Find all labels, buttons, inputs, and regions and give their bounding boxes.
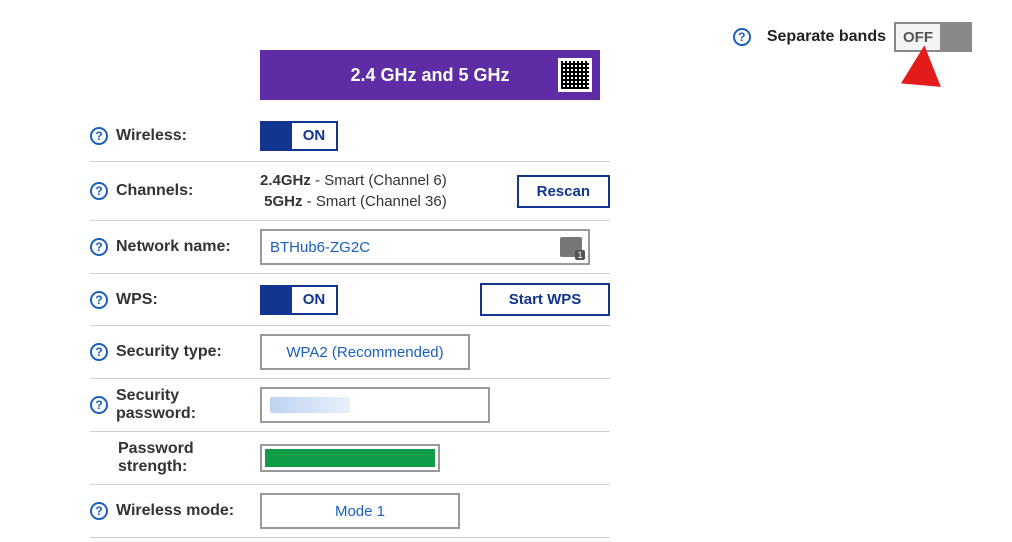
password-strength-fill: [265, 449, 435, 467]
password-mask: [270, 397, 350, 413]
row-wps: ? WPS: ON Start WPS: [90, 274, 610, 326]
network-name-input[interactable]: BTHub6-ZG2C: [260, 229, 590, 265]
row-network-name: ? Network name: BTHub6-ZG2C: [90, 221, 610, 274]
security-type-label: Security type:: [116, 343, 222, 361]
security-type-value: WPA2 (Recommended): [286, 344, 443, 361]
row-security-type: ? Security type: WPA2 (Recommended): [90, 326, 610, 379]
rescan-button[interactable]: Rescan: [517, 175, 610, 208]
help-icon[interactable]: ?: [90, 343, 108, 361]
security-type-select[interactable]: WPA2 (Recommended): [260, 334, 470, 370]
separate-bands-label: Separate bands: [767, 28, 886, 46]
channels-info: 2.4GHz - Smart (Channel 6) 5GHz - Smart …: [260, 170, 447, 212]
toggle-state-label: ON: [292, 127, 336, 144]
band-header: 2.4 GHz and 5 GHz: [260, 50, 600, 100]
wireless-mode-label: Wireless mode:: [116, 502, 234, 520]
toggle-knob: [940, 24, 970, 50]
channels-label: Channels:: [116, 182, 193, 200]
help-icon[interactable]: ?: [90, 502, 108, 520]
wps-label: WPS:: [116, 291, 158, 309]
toggle-state-label: ON: [292, 291, 336, 308]
band-header-label: 2.4 GHz and 5 GHz: [350, 65, 509, 86]
password-strength-label: Password strength:: [118, 440, 260, 476]
toggle-knob: [262, 287, 292, 313]
help-icon[interactable]: ?: [90, 396, 108, 414]
wireless-toggle[interactable]: ON: [260, 121, 338, 151]
toggle-knob: [262, 123, 292, 149]
help-icon[interactable]: ?: [90, 291, 108, 309]
qr-code-icon[interactable]: [558, 58, 592, 92]
password-strength-meter: [260, 444, 440, 472]
wireless-label: Wireless:: [116, 127, 187, 145]
toggle-state-label: OFF: [896, 29, 940, 46]
row-password-strength: Password strength:: [90, 432, 610, 485]
row-channels: ? Channels: 2.4GHz - Smart (Channel 6) 5…: [90, 162, 610, 221]
help-icon[interactable]: ?: [90, 182, 108, 200]
security-password-label: Security password:: [116, 387, 260, 423]
help-icon[interactable]: ?: [90, 238, 108, 256]
network-name-label: Network name:: [116, 238, 231, 256]
separate-bands-control: ? Separate bands OFF: [733, 22, 972, 52]
keyboard-icon[interactable]: [560, 237, 582, 257]
wps-toggle[interactable]: ON: [260, 285, 338, 315]
annotation-arrow: [887, 45, 947, 215]
start-wps-button[interactable]: Start WPS: [480, 283, 610, 316]
help-icon[interactable]: ?: [733, 28, 751, 46]
wireless-mode-value: Mode 1: [335, 503, 385, 520]
row-wireless-mode: ? Wireless mode: Mode 1: [90, 485, 610, 538]
help-icon[interactable]: ?: [90, 127, 108, 145]
network-name-value: BTHub6-ZG2C: [270, 239, 370, 256]
row-security-password: ? Security password:: [90, 379, 610, 432]
wireless-mode-select[interactable]: Mode 1: [260, 493, 460, 529]
separate-bands-toggle[interactable]: OFF: [894, 22, 972, 52]
security-password-input[interactable]: [260, 387, 490, 423]
wifi-settings-panel: 2.4 GHz and 5 GHz ? Wireless: ON ? Chann…: [90, 50, 610, 538]
row-wireless: ? Wireless: ON: [90, 110, 610, 162]
